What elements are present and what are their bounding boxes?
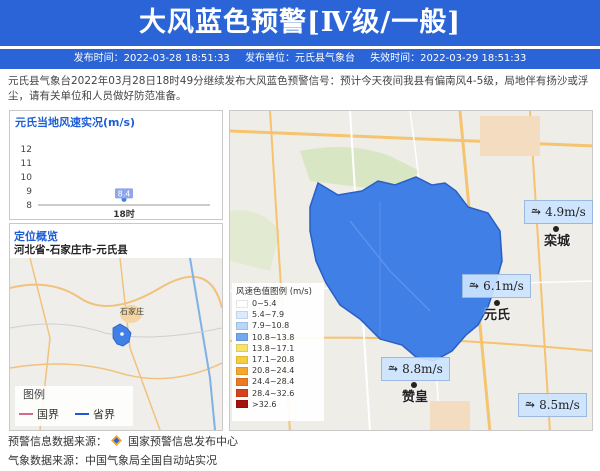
- scale-legend-title: 风速色值图例 (m/s): [236, 287, 312, 297]
- locate-path: 河北省-石家庄市-元氏县: [14, 244, 128, 256]
- scale-legend-label: 13.8~17.1: [252, 343, 295, 353]
- shijiazhuang-label: 石家庄: [120, 307, 144, 316]
- scale-legend-swatch: [236, 344, 248, 353]
- scale-legend-label: >32.6: [252, 399, 277, 409]
- warning-source-name: 国家预警信息发布中心: [128, 435, 238, 448]
- station-wind-box-south[interactable]: ⥲ 8.5m/s: [518, 393, 587, 417]
- scale-legend-row: 13.8~17.1: [236, 343, 320, 354]
- x-tick-label: 18时: [113, 208, 135, 219]
- scale-legend-swatch: [236, 366, 248, 375]
- warning-description: 元氏县气象台2022年03月28日18时49分继续发布大风蓝色预警信号：预计今天…: [8, 75, 589, 102]
- station-wind-box-zanhuang[interactable]: ⥲ 8.8m/s: [381, 357, 450, 381]
- wind-speed-chart: 12 11 10 9 8 18时 8.4: [21, 145, 210, 219]
- scale-legend-swatch: [236, 321, 248, 330]
- wind-direction-icon: ⥲: [531, 205, 542, 219]
- scale-legend-row: 5.4~7.9: [236, 309, 320, 320]
- scale-legend-row: 10.8~13.8: [236, 332, 320, 343]
- scale-legend-label: 28.4~32.6: [252, 388, 295, 398]
- overview-map[interactable]: 石家庄 图例 国界 省界: [10, 258, 222, 430]
- scale-legend-row: 20.8~24.4: [236, 365, 320, 376]
- scale-legend-label: 10.8~13.8: [252, 332, 295, 342]
- data-label: 8.4: [118, 189, 131, 198]
- scale-legend-row: 28.4~32.6: [236, 388, 320, 399]
- weather-source: 气象数据来源：中国气象局全国自动站实况: [8, 454, 217, 467]
- y-tick-label: 11: [21, 159, 32, 169]
- national-border-swatch: [19, 413, 33, 415]
- warning-source: 预警信息数据来源： 国家预警信息发布中心: [8, 433, 238, 449]
- wind-direction-icon: ⥲: [525, 398, 536, 412]
- legend-province-border: 省界: [75, 406, 115, 422]
- y-tick-label: 9: [26, 187, 32, 197]
- scale-legend-row: 0~5.4: [236, 298, 320, 309]
- publisher: 发布单位：元氏县气象台: [245, 53, 355, 64]
- warning-title: 大风蓝色预警[Ⅳ级/一般]: [0, 0, 600, 46]
- scale-legend-swatch: [236, 333, 248, 342]
- expire-time: 失效时间：2022-03-29 18:51:33: [370, 53, 527, 64]
- province-border-swatch: [75, 413, 89, 415]
- map-legend: 图例 国界 省界: [15, 386, 133, 426]
- legend-national-border: 国界: [19, 406, 59, 422]
- y-tick-label: 12: [21, 145, 32, 155]
- release-center-logo-icon: [110, 435, 122, 446]
- station-speed: 6.1m/s: [483, 279, 524, 293]
- scale-legend-label: 7.9~10.8: [252, 321, 290, 331]
- warning-source-label: 预警信息数据来源：: [8, 435, 107, 448]
- y-tick-label: 10: [21, 173, 33, 183]
- scale-legend-label: 5.4~7.9: [252, 310, 285, 320]
- scale-legend-row: 7.9~10.8: [236, 320, 320, 331]
- locate-panel: 定位概览 河北省-石家庄市-元氏县 石家庄 图例 国界 省界: [9, 223, 223, 431]
- scale-legend-swatch: [236, 299, 248, 308]
- station-wind-box-luancheng[interactable]: ⥲ 4.9m/s: [524, 200, 593, 224]
- scale-legend-swatch: [236, 377, 248, 386]
- station-speed: 8.8m/s: [402, 362, 443, 376]
- scale-legend-row: 17.1~20.8: [236, 354, 320, 365]
- wind-direction-icon: ⥲: [388, 362, 399, 376]
- scale-legend-row: 24.4~28.4: [236, 376, 320, 387]
- wind-speed-panel: 元氏当地风速实况(m/s) 12 11 10 9 8 18时 8.4: [9, 110, 223, 220]
- zanhuang-label: 赞皇: [402, 390, 429, 405]
- publish-time: 发布时间：2022-03-28 18:51:33: [73, 53, 230, 64]
- legend-title: 图例: [23, 388, 45, 401]
- province-border-label: 省界: [93, 408, 115, 421]
- scale-legend-row: >32.6: [236, 399, 320, 410]
- luancheng-label: 栾城: [544, 234, 571, 249]
- scale-legend-label: 0~5.4: [252, 299, 277, 309]
- wind-scale-legend: 风速色值图例 (m/s) 0~5.4 5.4~7.9 7.9~10.8 10.8~13…: [232, 283, 324, 421]
- station-speed: 8.5m/s: [539, 398, 580, 412]
- scale-legend-swatch: [236, 389, 248, 398]
- scale-legend-label: 20.8~24.4: [252, 366, 295, 376]
- scale-legend-label: 17.1~20.8: [252, 355, 295, 365]
- scale-legend-label: 24.4~28.4: [252, 377, 295, 387]
- station-wind-box-yuanshi[interactable]: ⥲ 6.1m/s: [462, 274, 531, 298]
- scale-legend-swatch: [236, 310, 248, 319]
- scale-legend-swatch: [236, 400, 248, 409]
- station-speed: 4.9m/s: [545, 205, 586, 219]
- scale-legend-swatch: [236, 355, 248, 364]
- y-tick-label: 8: [26, 201, 32, 211]
- yuanshi-label: 元氏: [484, 308, 511, 323]
- national-border-label: 国界: [37, 408, 59, 421]
- warning-meta: 发布时间：2022-03-28 18:51:33 发布单位：元氏县气象台 失效时…: [0, 49, 600, 69]
- wind-direction-icon: ⥲: [469, 279, 480, 293]
